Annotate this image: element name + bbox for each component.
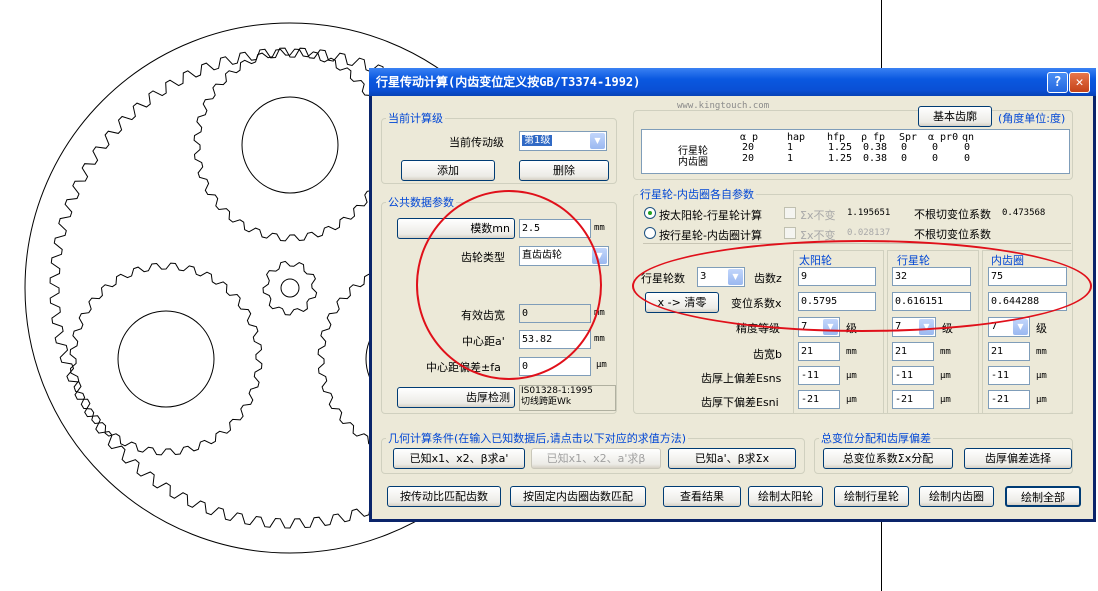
ring-upper-dev-input[interactable]: -11 [988,366,1030,385]
draw-sun-button[interactable]: 绘制太阳轮 [748,486,823,507]
radio-sun-planet-label: 按太阳轮-行星轮计算 [659,209,762,222]
geometry-legend: 几何计算条件(在输入已知数据后,请点击以下对应的求值方法) [388,432,687,445]
rack-cell: 0 [964,142,971,153]
current-stage-select[interactable]: 第1级 ▼ [519,131,607,151]
rack-cell: 0 [901,142,908,153]
rack-cell: 1 [787,153,794,164]
close-icon[interactable]: ✕ [1069,72,1090,93]
standard-line-2: 切线跨距Wk [521,397,572,407]
rack-cell: 0 [964,153,971,164]
rack-cell: 0 [932,153,939,164]
sun-lower-dev-input[interactable]: -21 [798,390,840,409]
ring-lower-dev-unit: μm [1036,395,1047,405]
distribute-shift-button[interactable]: 总变位系数Σx分配 [823,448,953,469]
chevron-down-icon[interactable]: ▼ [1013,319,1028,335]
undercut-label-1: 不根切变位系数 [914,208,991,221]
lower-dev-label: 齿厚下偏差Esni [701,396,779,409]
sum-value-1: 1.195651 [847,208,891,218]
solve-sum-shift-button[interactable]: 已知a'、β求Σx [668,448,796,469]
ring-lower-dev-input[interactable]: -21 [988,390,1030,409]
sun-upper-dev-input[interactable]: -11 [798,366,840,385]
params-legend: 行星轮-内齿圈各自参数 [640,188,754,201]
dialog-titlebar[interactable]: 行星传动计算(内齿变位定义按GB/T3374-1992) ? ✕ [369,68,1096,96]
chevron-down-icon[interactable]: ▼ [590,133,605,149]
help-icon[interactable]: ? [1047,72,1068,93]
upper-dev-label: 齿厚上偏差Esns [701,372,782,385]
sum-fixed-label-1: Σx不变 [800,209,836,222]
view-results-button[interactable]: 查看结果 [663,486,741,507]
rack-cell: 1 [787,142,794,153]
solve-center-distance-button[interactable]: 已知x1、x2、β求a' [393,448,525,469]
annotation-oval-right [632,240,1092,332]
sun-upper-dev-unit: μm [846,371,857,381]
total-shift-legend: 总变位分配和齿厚偏差 [821,432,931,445]
rack-cell: 20 [742,153,755,164]
center-distance-unit: mm [594,334,605,344]
planet-width-input[interactable]: 21 [892,342,934,361]
ring-width-unit: mm [1036,347,1047,357]
sun-width-input[interactable]: 21 [798,342,840,361]
center-deviation-unit: μm [596,360,607,370]
standard-line-1: IS01328-1:1995 [521,386,593,396]
rack-cell: 1.25 [828,142,853,153]
gear-circle [241,96,339,194]
rack-cell: 0 [932,142,939,153]
basic-rack-table: α p hap hfp ρ fp Spr α pr0 qn 行星轮 20 1 1… [641,129,1070,174]
current-stage-legend: 当前计算级 [388,112,443,125]
gear-teeth [69,262,263,456]
angle-unit-note: (角度单位:度) [998,112,1066,125]
match-by-ratio-button[interactable]: 按传动比匹配齿数 [387,486,501,507]
radio-sun-planet[interactable] [644,207,656,219]
sum-fixed-checkbox-2[interactable] [784,227,796,239]
thickness-deviation-button[interactable]: 齿厚偏差选择 [964,448,1072,469]
planet-upper-dev-unit: μm [940,371,951,381]
planet-lower-dev-unit: μm [940,395,951,405]
sum-fixed-checkbox-1[interactable] [784,207,796,219]
match-by-ring-button[interactable]: 按固定内齿圈齿数匹配 [510,486,646,507]
annotation-oval-left [416,190,602,380]
add-button[interactable]: 添加 [401,160,495,181]
planet-width-unit: mm [940,347,951,357]
rack-cell: 0.38 [863,142,888,153]
dialog-title: 行星传动计算(内齿变位定义按GB/T3374-1992) [376,75,641,89]
width-label: 齿宽b [753,348,782,361]
ring-width-input[interactable]: 21 [988,342,1030,361]
rack-cell: 0.38 [863,153,888,164]
module-unit: mm [594,223,605,233]
current-stage-label: 当前传动级 [449,136,504,149]
rack-cell: 20 [742,142,755,153]
ring-grade-unit: 级 [1036,322,1047,335]
gear-teeth [262,260,318,316]
gear-circle [117,310,215,408]
sun-width-unit: mm [846,347,857,357]
solve-helix-button[interactable]: 已知x1、x2、a'求β [531,448,661,469]
undercut-value-1: 0.473568 [1002,208,1046,218]
planet-lower-dev-input[interactable]: -21 [892,390,934,409]
rack-cell: 0 [901,153,908,164]
common-params-legend: 公共数据参数 [388,196,454,209]
basic-rack-button[interactable]: 基本齿廓 [918,106,992,127]
undercut-label-2: 不根切变位系数 [914,228,991,241]
planet-upper-dev-input[interactable]: -11 [892,366,934,385]
gear-teeth [193,48,387,242]
rack-cell: 1.25 [828,153,853,164]
ring-upper-dev-unit: μm [1036,371,1047,381]
gear-circle [280,278,300,298]
draw-planet-button[interactable]: 绘制行星轮 [834,486,909,507]
current-stage-value: 第1级 [522,135,553,146]
radio-planet-ring[interactable] [644,227,656,239]
thickness-check-button[interactable]: 齿厚检测 [397,387,515,408]
draw-all-button[interactable]: 绘制全部 [1005,486,1081,507]
delete-button[interactable]: 删除 [519,160,609,181]
sum-value-2: 0.028137 [847,228,891,238]
rack-row-name: 内齿圈 [678,157,708,168]
radio-planet-ring-label: 按行星轮-内齿圈计算 [659,229,762,242]
standard-info-box: IS01328-1:1995 切线跨距Wk [519,385,616,411]
draw-ring-button[interactable]: 绘制内齿圈 [919,486,994,507]
sun-lower-dev-unit: μm [846,395,857,405]
